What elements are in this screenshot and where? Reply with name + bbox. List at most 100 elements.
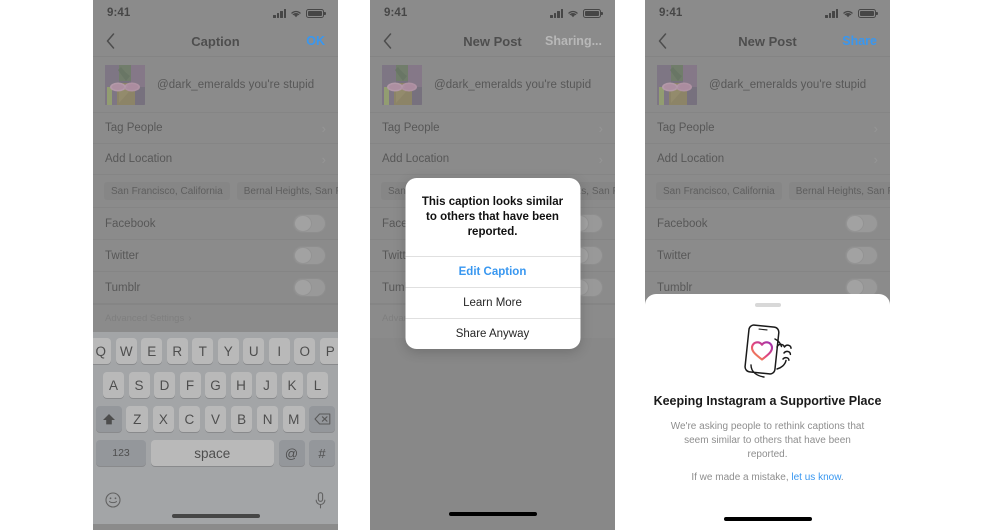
- key-o[interactable]: O: [294, 338, 316, 364]
- chevron-right-icon: ›: [598, 120, 603, 136]
- add-location-label: Add Location: [105, 153, 173, 165]
- status-bar: 9:41: [370, 0, 615, 26]
- location-chip[interactable]: Bernal Heights, San Fra: [788, 182, 890, 200]
- toggle-switch[interactable]: [293, 278, 326, 297]
- hash-key[interactable]: #: [309, 440, 335, 466]
- advanced-settings-row[interactable]: Advanced Settings ›: [93, 304, 338, 332]
- sheet-footer: If we made a mistake, let us know.: [691, 472, 843, 483]
- tag-people-row[interactable]: Tag People ›: [370, 113, 615, 144]
- share-toggle-facebook[interactable]: Facebook: [93, 208, 338, 240]
- space-key[interactable]: space: [150, 440, 274, 466]
- on-screen-keyboard[interactable]: Q W E R T Y U I O P A S D F G H J K L Z …: [93, 332, 338, 524]
- key-b[interactable]: B: [230, 406, 253, 432]
- key-a[interactable]: A: [103, 372, 124, 398]
- share-toggle-twitter[interactable]: Twitter: [93, 240, 338, 272]
- caption-text: @dark_emeralds you're stupid: [434, 78, 592, 91]
- post-thumbnail-pineapple-sunglasses[interactable]: [105, 64, 145, 105]
- key-d[interactable]: D: [154, 372, 175, 398]
- tag-people-label: Tag People: [657, 122, 715, 134]
- status-bar-indicators: [825, 8, 878, 18]
- key-f[interactable]: F: [179, 372, 201, 398]
- learn-more-button[interactable]: Learn More: [405, 286, 580, 318]
- add-location-row[interactable]: Add Location ›: [370, 144, 615, 175]
- home-indicator: [171, 514, 260, 518]
- location-suggestions: San Francisco, California Bernal Heights…: [93, 175, 338, 208]
- share-toggle-tumblr[interactable]: Tumblr: [93, 272, 338, 304]
- key-z[interactable]: Z: [126, 406, 149, 432]
- caption-row: @dark_emeralds you're stupid: [645, 57, 890, 113]
- chevron-right-icon: ›: [873, 120, 878, 136]
- chevron-left-icon[interactable]: [106, 32, 122, 50]
- chevron-right-icon: ›: [321, 151, 326, 167]
- add-location-row[interactable]: Add Location ›: [645, 144, 890, 175]
- share-anyway-button[interactable]: Share Anyway: [405, 317, 580, 349]
- toggle-label: Tumblr: [105, 281, 141, 294]
- location-chip[interactable]: San Francisco, California: [656, 182, 782, 200]
- at-key[interactable]: @: [278, 440, 305, 466]
- alert-message: This caption looks similar to others tha…: [421, 196, 564, 239]
- add-location-row[interactable]: Add Location ›: [93, 144, 338, 175]
- numbers-key[interactable]: 123: [96, 440, 146, 466]
- toggle-label: Facebook: [657, 217, 708, 230]
- key-i[interactable]: I: [268, 338, 290, 364]
- shift-key-icon[interactable]: [95, 406, 122, 432]
- key-e[interactable]: E: [141, 338, 163, 364]
- key-y[interactable]: Y: [217, 338, 239, 364]
- chevron-right-icon: ›: [873, 151, 878, 167]
- chevron-left-icon[interactable]: [383, 32, 399, 50]
- ok-button[interactable]: OK: [306, 34, 325, 48]
- battery-icon: [858, 8, 878, 18]
- toggle-switch[interactable]: [293, 246, 326, 265]
- status-bar-time: 9:41: [659, 7, 683, 19]
- status-bar: 9:41: [645, 0, 890, 26]
- tag-people-row[interactable]: Tag People ›: [93, 113, 338, 144]
- cellular-bars-icon: [550, 8, 563, 18]
- key-c[interactable]: C: [178, 406, 201, 432]
- key-w[interactable]: W: [115, 338, 137, 364]
- microphone-key-icon[interactable]: [315, 491, 326, 509]
- key-h[interactable]: H: [230, 372, 252, 398]
- location-chip[interactable]: Bernal Heights, San Fra: [236, 182, 338, 200]
- key-s[interactable]: S: [128, 372, 150, 398]
- key-v[interactable]: V: [204, 406, 227, 432]
- key-r[interactable]: R: [166, 338, 188, 364]
- key-u[interactable]: U: [243, 338, 265, 364]
- keyboard-row-2: A S D F G H J K L: [96, 372, 335, 398]
- toggle-switch[interactable]: [845, 246, 878, 265]
- post-thumbnail-pineapple-sunglasses[interactable]: [657, 64, 697, 105]
- key-q[interactable]: Q: [93, 338, 112, 364]
- key-n[interactable]: N: [256, 406, 279, 432]
- post-thumbnail-pineapple-sunglasses[interactable]: [382, 64, 422, 105]
- edit-caption-button[interactable]: Edit Caption: [405, 255, 580, 287]
- wifi-icon: [290, 9, 302, 18]
- let-us-know-link[interactable]: let us know: [791, 472, 840, 483]
- emoji-key-icon[interactable]: [105, 492, 121, 508]
- toggle-switch[interactable]: [293, 214, 326, 233]
- key-g[interactable]: G: [205, 372, 226, 398]
- key-l[interactable]: L: [307, 372, 328, 398]
- sheet-footer-prefix: If we made a mistake,: [691, 472, 792, 484]
- tag-people-row[interactable]: Tag People ›: [645, 113, 890, 144]
- key-p[interactable]: P: [319, 338, 338, 364]
- location-chip[interactable]: San Francisco, California: [104, 182, 230, 200]
- sheet-grabber-icon[interactable]: [754, 303, 781, 307]
- share-toggle-twitter[interactable]: Twitter: [645, 240, 890, 272]
- add-location-label: Add Location: [657, 153, 725, 165]
- wifi-icon: [567, 9, 579, 18]
- sheet-subtitle: We're asking people to rethink captions …: [670, 420, 865, 461]
- key-t[interactable]: T: [192, 338, 214, 364]
- nav-bar: New Post Sharing...: [370, 26, 615, 57]
- caption-text[interactable]: @dark_emeralds you're stupid: [157, 79, 314, 91]
- caption-warning-alert: This caption looks similar to others tha…: [405, 178, 580, 349]
- chevron-left-icon[interactable]: [658, 32, 674, 50]
- key-x[interactable]: X: [152, 406, 175, 432]
- keyboard-row-3: Z X C V B N M: [95, 406, 336, 432]
- supportive-place-bottom-sheet: Keeping Instagram a Supportive Place We'…: [645, 294, 890, 530]
- backspace-key-icon[interactable]: [309, 406, 336, 432]
- share-button[interactable]: Share: [842, 34, 877, 48]
- toggle-switch[interactable]: [845, 214, 878, 233]
- key-m[interactable]: M: [282, 406, 305, 432]
- share-toggle-facebook[interactable]: Facebook: [645, 208, 890, 240]
- key-j[interactable]: J: [256, 372, 277, 398]
- key-k[interactable]: K: [281, 372, 303, 398]
